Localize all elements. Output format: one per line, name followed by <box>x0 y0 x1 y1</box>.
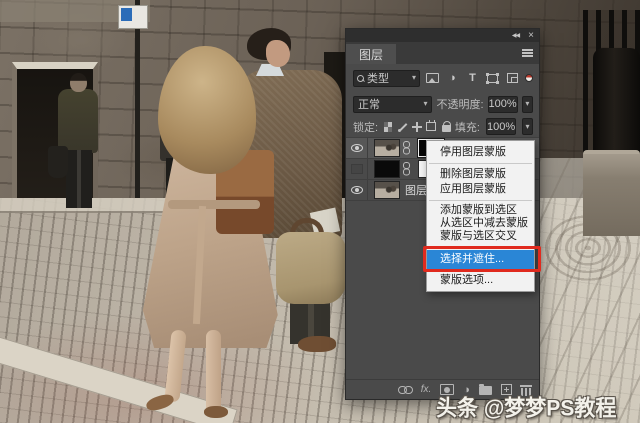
search-icon <box>357 75 364 82</box>
screenshot-root: ◀◀ × 图层 类型 ▾ ◑ T 正常 ▾ 不透明度: <box>0 0 640 423</box>
layer-style-button[interactable]: fx. <box>421 384 432 395</box>
lock-label: 锁定: <box>353 119 378 135</box>
filter-smart-objects-button[interactable] <box>505 72 520 85</box>
fill-value[interactable]: 100% <box>486 118 516 135</box>
chevron-down-icon: ▾ <box>526 123 530 131</box>
lock-transparency-icon[interactable] <box>384 122 392 132</box>
blend-mode-value: 正常 <box>358 96 423 112</box>
smart-object-icon <box>507 73 518 83</box>
menu-separator <box>429 200 532 201</box>
lock-artboard-icon[interactable] <box>426 122 435 131</box>
lock-position-icon[interactable] <box>412 122 420 132</box>
black-bollard <box>593 48 640 156</box>
filter-toggle-switch[interactable] <box>525 74 533 82</box>
panel-titlebar: ◀◀ × <box>346 29 539 42</box>
eye-icon <box>351 186 363 194</box>
man-canvas-bag <box>276 232 346 304</box>
menu-item-select-and-mask[interactable]: 选择并遮住... <box>427 250 534 269</box>
visibility-toggle[interactable] <box>346 138 368 158</box>
visibility-toggle[interactable] <box>346 159 368 179</box>
menu-item-mask-options[interactable]: 蒙版选项... <box>427 273 534 288</box>
menu-item-subtract-mask-from-selection[interactable]: 从选区中减去蒙版 <box>427 217 534 230</box>
man-face <box>266 40 290 67</box>
link-layers-button[interactable] <box>398 386 412 393</box>
tab-layers[interactable]: 图层 <box>346 44 396 64</box>
filter-shape-layers-button[interactable] <box>485 72 500 85</box>
lock-all-icon[interactable] <box>442 121 449 132</box>
watermark-text: 头条 @梦梦PS教程 <box>436 391 616 423</box>
woman-coat-belt <box>168 200 260 209</box>
layer-thumbnail[interactable] <box>374 160 400 178</box>
chevron-down-icon: ▾ <box>423 100 427 108</box>
eye-hidden-well <box>351 164 363 174</box>
menu-separator <box>429 246 532 247</box>
shape-icon <box>487 74 498 83</box>
close-panel-icon[interactable]: × <box>528 31 534 41</box>
filter-kind-label: 类型 <box>367 70 409 86</box>
stone-pedestal <box>583 150 640 236</box>
eye-icon <box>351 144 363 152</box>
background-photo <box>0 0 640 423</box>
fill-label: 填充: <box>455 119 480 135</box>
chevron-down-icon: ▾ <box>525 100 529 108</box>
menu-separator <box>429 163 532 164</box>
pedestrian-man-head <box>70 73 87 92</box>
pedestrian-man-body <box>58 89 98 153</box>
woman-right-sandal <box>204 406 228 418</box>
opacity-value[interactable]: 100% <box>488 96 518 113</box>
visibility-toggle[interactable] <box>346 180 368 200</box>
opacity-label: 不透明度: <box>436 96 483 112</box>
layer-thumbnail[interactable] <box>374 181 400 199</box>
blend-mode-select[interactable]: 正常 ▾ <box>353 96 432 113</box>
filter-kind-select[interactable]: 类型 ▾ <box>353 70 420 87</box>
menu-item-apply-mask[interactable]: 应用图层蒙版 <box>427 182 534 197</box>
pedestrian-man-jacket <box>48 146 68 178</box>
menu-item-add-mask-to-selection[interactable]: 添加蒙版到选区 <box>427 204 534 217</box>
panel-menu-icon[interactable] <box>522 49 533 57</box>
filter-adjustment-layers-button[interactable]: ◑ <box>445 72 460 85</box>
menu-item-disable-mask[interactable]: 停用图层蒙版 <box>427 145 534 160</box>
link-icon <box>398 386 412 393</box>
man-shoe <box>298 336 336 352</box>
panel-tabbar: 图层 <box>346 42 539 64</box>
woman-right-leg <box>206 330 221 414</box>
menu-item-intersect-mask-with-selection[interactable]: 蒙版与选区交叉 <box>427 230 534 243</box>
lock-row: 锁定: 填充: 100% ▾ <box>346 116 539 138</box>
image-icon <box>426 73 439 83</box>
collapse-panel-icon[interactable]: ◀◀ <box>512 33 519 39</box>
pedestrian-man-legs <box>66 150 92 208</box>
layer-thumbnail[interactable] <box>374 139 400 157</box>
filter-type-layers-button[interactable]: T <box>465 72 480 85</box>
sign-pole <box>135 0 140 214</box>
menu-item-delete-mask[interactable]: 删除图层蒙版 <box>427 167 534 182</box>
link-mask-icon[interactable] <box>401 160 412 178</box>
layer-filter-row: 类型 ▾ ◑ T <box>346 64 539 92</box>
blend-mode-row: 正常 ▾ 不透明度: 100% ▾ <box>346 92 539 116</box>
link-mask-icon[interactable] <box>401 139 412 157</box>
opacity-dropdown-button[interactable]: ▾ <box>522 96 533 113</box>
fill-dropdown-button[interactable]: ▾ <box>522 118 533 135</box>
mask-context-menu: 停用图层蒙版 删除图层蒙版 应用图层蒙版 添加蒙版到选区 从选区中减去蒙版 蒙版… <box>426 140 535 292</box>
parking-sign <box>118 5 148 29</box>
chevron-down-icon: ▾ <box>412 74 416 82</box>
lock-pixels-icon[interactable] <box>398 122 406 132</box>
filter-pixel-layers-button[interactable] <box>425 72 440 85</box>
